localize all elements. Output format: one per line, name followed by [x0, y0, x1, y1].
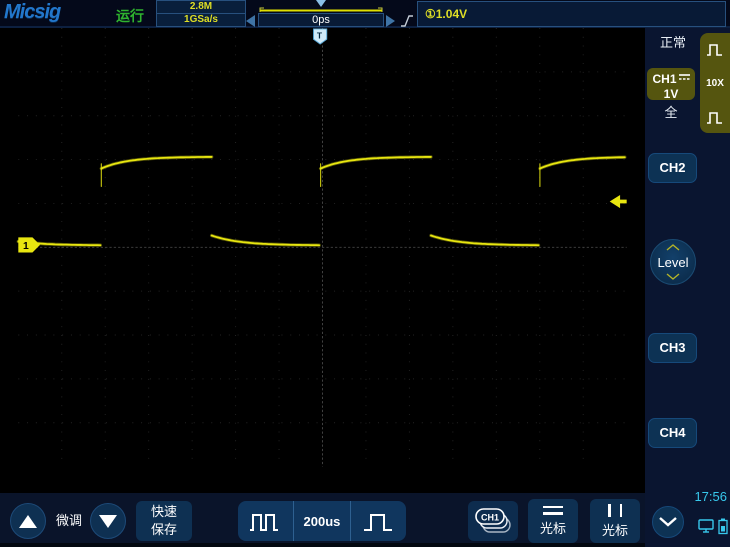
trigger-position-pointer-icon [316, 0, 326, 7]
vertical-cursor-label: 光标 [602, 520, 628, 539]
timebase-control: 200us [238, 501, 406, 541]
level-button-label: Level [657, 255, 688, 270]
scale-up-button[interactable] [10, 503, 46, 539]
vertical-cursor-icon [608, 504, 622, 517]
probe-panel[interactable]: 10X [700, 33, 730, 133]
timebase-value[interactable]: 200us [294, 501, 349, 541]
trigger-time-marker-label: T [317, 30, 323, 40]
oscilloscope-app: Micsig 运行 2.8M 1GSa/s 0ps ①1.04V [0, 0, 730, 547]
bottom-bar: 微调 快速 保存 200us [0, 493, 645, 547]
right-sidebar: 正常 10X CH1 1V 全 CH2 Level CH3 CH4 [645, 28, 730, 547]
channel1-marker[interactable]: 1 [18, 237, 40, 252]
scale-down-button[interactable] [90, 503, 126, 539]
quick-save-line2: 保存 [136, 521, 192, 539]
ch1-bandwidth-label: 全 [645, 102, 697, 121]
channel1-marker-label: 1 [23, 241, 29, 252]
clock: 17:56 [694, 489, 727, 504]
run-status: 运行 [116, 6, 144, 26]
quick-save-button[interactable]: 快速 保存 [136, 501, 192, 541]
dc-coupling-icon [679, 70, 690, 85]
horizontal-cursor-icon [543, 506, 563, 515]
channel-selector-label: CH1 [481, 513, 499, 523]
triangle-up-icon [19, 515, 37, 528]
single-pulse-icon [361, 506, 395, 536]
display-output-icon [698, 518, 715, 535]
ch1-trace [18, 157, 624, 245]
double-pulse-icon [248, 506, 284, 536]
bottom-strip [0, 543, 645, 547]
ch2-button[interactable]: CH2 [648, 153, 697, 183]
scope-graticule-and-trace: 1 T [0, 28, 645, 493]
trigger-level-readout[interactable]: ①1.04V [417, 1, 726, 27]
battery-icon [718, 518, 729, 535]
pan-right-arrow-icon[interactable] [386, 15, 395, 27]
top-bar: Micsig 运行 2.8M 1GSa/s 0ps ①1.04V [0, 0, 730, 28]
horizontal-cursor-button[interactable]: 光标 [528, 499, 578, 543]
sample-rate: 1GSa/s [157, 14, 245, 27]
collapse-menu-button[interactable] [652, 506, 684, 538]
channel-stack-icon: CH1 [472, 506, 514, 536]
active-channel-selector-button[interactable]: CH1 [468, 501, 518, 541]
probe-attenuation-label: 10X [706, 78, 724, 89]
trigger-level-arrow-icon[interactable] [610, 195, 627, 208]
quick-save-line1: 快速 [136, 503, 192, 521]
ch1-scale: 1V [647, 87, 695, 102]
ch3-button[interactable]: CH3 [648, 333, 697, 363]
pulse-down-icon [706, 109, 724, 125]
fine-tune-label: 微调 [50, 510, 88, 529]
horizontal-cursor-label: 光标 [540, 518, 566, 537]
timebase-zoom-out-button[interactable] [238, 501, 293, 541]
graticule-grid [18, 28, 626, 467]
trigger-mode-label: 正常 [645, 32, 701, 51]
waveform-display[interactable]: 1 T [0, 28, 645, 493]
timebase-zoom-in-button[interactable] [351, 501, 406, 541]
acquisition-info-box[interactable]: 2.8M 1GSa/s [156, 0, 246, 27]
ch4-button[interactable]: CH4 [648, 418, 697, 448]
chevron-down-small-icon [665, 273, 681, 280]
chevron-up-icon [665, 244, 681, 251]
ch1-badge[interactable]: CH1 1V [647, 68, 695, 100]
status-icons [698, 518, 730, 535]
triangle-down-icon [99, 515, 117, 528]
ch1-label: CH1 [652, 72, 676, 86]
trigger-position-readout[interactable]: 0ps [258, 13, 384, 27]
brand-logo: Micsig [4, 1, 60, 24]
trigger-level-button[interactable]: Level [650, 239, 696, 285]
pulse-up-icon [706, 41, 724, 57]
vertical-cursor-button[interactable]: 光标 [590, 499, 640, 543]
trigger-time-marker[interactable]: T [314, 29, 327, 44]
memory-depth: 2.8M [157, 1, 245, 14]
chevron-down-icon [657, 516, 679, 528]
pan-left-arrow-icon[interactable] [246, 15, 255, 27]
